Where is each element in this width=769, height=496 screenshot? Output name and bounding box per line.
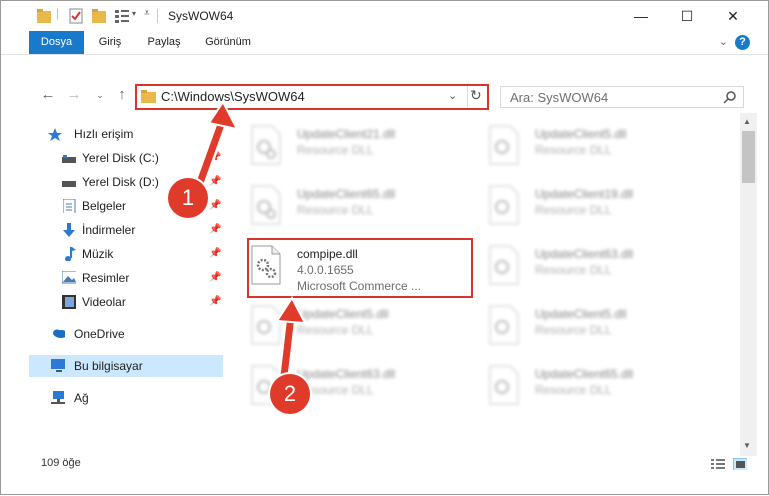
arrow-1 bbox=[191, 100, 239, 197]
step-badge-2: 2 bbox=[270, 374, 310, 414]
step-badge-1: 1 bbox=[168, 178, 208, 218]
annotation-arrows bbox=[191, 100, 307, 382]
explorer-window: | ▾ ⩡ SysWOW64 — ☐ ✕ Dosya Giriş Paylaş … bbox=[0, 0, 769, 495]
arrow-2 bbox=[275, 296, 307, 382]
